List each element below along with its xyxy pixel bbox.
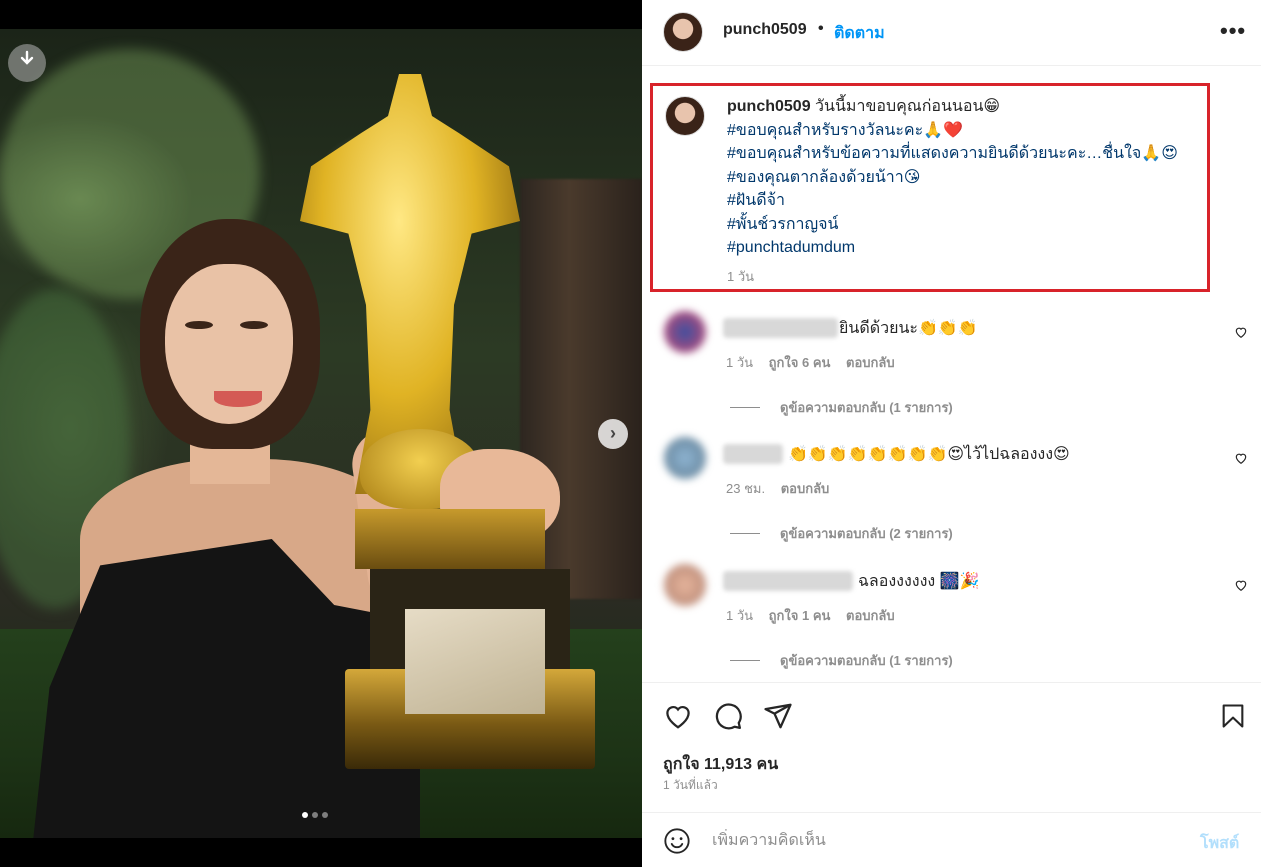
comment-meta: 1 วัน ถูกใจ 6 คน ตอบกลับ (726, 352, 907, 373)
comment-text: ยินดีด้วยนะ👏👏👏 (839, 320, 978, 337)
comment-username-blurred[interactable] (723, 571, 853, 591)
hashtag-link[interactable]: #ของคุณตากล้องด้วยน้าา😘 (727, 166, 1207, 190)
hashtag-link[interactable]: #ขอบคุณสำหรับรางวัลนะคะ🙏❤️ (727, 119, 1207, 143)
comment-meta: 23 ชม. ตอบกลับ (726, 478, 841, 499)
comment-text: 👏👏👏👏👏👏👏👏😍ไว้ไปฉลองงง😍 (788, 446, 1070, 463)
comment-likes[interactable]: ถูกใจ 1 คน (769, 608, 831, 623)
add-comment-bar: โพสต์ (642, 812, 1261, 867)
like-count[interactable]: ถูกใจ 11,913 คน (663, 752, 778, 777)
view-replies-label: ดูข้อความตอบกลับ (2 รายการ) (780, 526, 953, 541)
download-icon[interactable] (8, 44, 46, 82)
avatar[interactable] (665, 96, 705, 136)
post-media: › (0, 0, 642, 867)
comment-username-blurred[interactable] (723, 444, 783, 464)
trophy-plaque (405, 609, 545, 714)
hashtag-link[interactable]: #punchtadumdum (727, 236, 1207, 260)
hashtag-link[interactable]: #พั้นช์วรกาญจน์ (727, 213, 1207, 237)
comment-item: ฉลองงงงงง 🎆🎉 1 วัน ถูกใจ 1 คน ตอบกลับ ดู… (642, 564, 1261, 690)
trophy-base-top (355, 509, 545, 569)
heart-icon[interactable] (1234, 325, 1248, 339)
smiley-icon[interactable] (663, 827, 691, 855)
add-comment-input[interactable] (712, 829, 1182, 853)
avatar[interactable] (663, 12, 703, 52)
heart-icon[interactable] (663, 701, 693, 731)
divider-line (730, 533, 760, 534)
post-comment-button[interactable]: โพสต์ (1200, 831, 1239, 856)
heart-icon[interactable] (1234, 451, 1248, 465)
comment-timestamp[interactable]: 1 วัน (726, 608, 753, 623)
post-photo (0, 29, 642, 838)
avatar[interactable] (664, 311, 706, 353)
view-replies-label: ดูข้อความตอบกลับ (1 รายการ) (780, 400, 953, 415)
caption-timestamp[interactable]: 1 วัน (727, 266, 754, 287)
author-username[interactable]: punch0509 (723, 21, 807, 39)
post-time[interactable]: 1 วันที่แล้ว (663, 776, 718, 795)
post-details-panel: punch0509 • ติดตาม ••• punch0509 วันนี้ม… (642, 0, 1261, 867)
reply-button[interactable]: ตอบกลับ (781, 481, 830, 496)
view-replies-button[interactable]: ดูข้อความตอบกลับ (2 รายการ) (730, 523, 953, 544)
comment-username-blurred[interactable] (723, 318, 838, 338)
person-eye (185, 321, 213, 329)
separator-dot: • (818, 20, 824, 37)
carousel-dot (302, 812, 308, 818)
comment-timestamp[interactable]: 1 วัน (726, 355, 753, 370)
comment-item: ยินดีด้วยนะ👏👏👏 1 วัน ถูกใจ 6 คน ตอบกลับ … (642, 311, 1261, 437)
divider-line (730, 407, 760, 408)
caption-message: วันนี้มาขอบคุณก่อนนอน😁 (815, 98, 1001, 115)
heart-icon[interactable] (1234, 578, 1248, 592)
more-options-icon[interactable]: ••• (1220, 18, 1246, 44)
reply-button[interactable]: ตอบกลับ (846, 608, 895, 623)
reply-button[interactable]: ตอบกลับ (846, 355, 895, 370)
person-lips (214, 391, 262, 407)
bookmark-icon[interactable] (1219, 701, 1247, 731)
follow-button[interactable]: ติดตาม (834, 21, 885, 46)
hashtag-link[interactable]: #ขอบคุณสำหรับข้อความที่แสดงความยินดีด้วย… (727, 142, 1207, 166)
carousel-dot (322, 812, 328, 818)
comment-text: ฉลองงงงงง 🎆🎉 (858, 573, 980, 590)
paper-plane-icon[interactable] (763, 701, 793, 731)
comment-timestamp[interactable]: 23 ชม. (726, 481, 765, 496)
view-replies-button[interactable]: ดูข้อความตอบกลับ (1 รายการ) (730, 650, 953, 671)
post-actions: ถูกใจ 11,913 คน 1 วันที่แล้ว (642, 682, 1261, 812)
avatar[interactable] (664, 437, 706, 479)
divider-line (730, 660, 760, 661)
avatar[interactable] (664, 564, 706, 606)
post-header: punch0509 • ติดตาม ••• (642, 0, 1261, 66)
comment-likes[interactable]: ถูกใจ 6 คน (769, 355, 831, 370)
caption-highlight: punch0509 วันนี้มาขอบคุณก่อนนอน😁 #ขอบคุณ… (650, 83, 1210, 292)
view-replies-button[interactable]: ดูข้อความตอบกลับ (1 รายการ) (730, 397, 953, 418)
comment-icon[interactable] (713, 701, 743, 731)
comment-meta: 1 วัน ถูกใจ 1 คน ตอบกลับ (726, 605, 907, 626)
carousel-indicator (302, 812, 328, 818)
caption-text: punch0509 วันนี้มาขอบคุณก่อนนอน😁 #ขอบคุณ… (727, 95, 1207, 260)
hashtag-link[interactable]: #ฝันดีจ้า (727, 189, 1207, 213)
comment-item: 👏👏👏👏👏👏👏👏😍ไว้ไปฉลองงง😍 23 ชม. ตอบกลับ ดูข… (642, 437, 1261, 563)
caption-username[interactable]: punch0509 (727, 98, 811, 115)
chevron-right-icon[interactable]: › (598, 419, 628, 449)
carousel-dot (312, 812, 318, 818)
person-eye (240, 321, 268, 329)
view-replies-label: ดูข้อความตอบกลับ (1 รายการ) (780, 653, 953, 668)
